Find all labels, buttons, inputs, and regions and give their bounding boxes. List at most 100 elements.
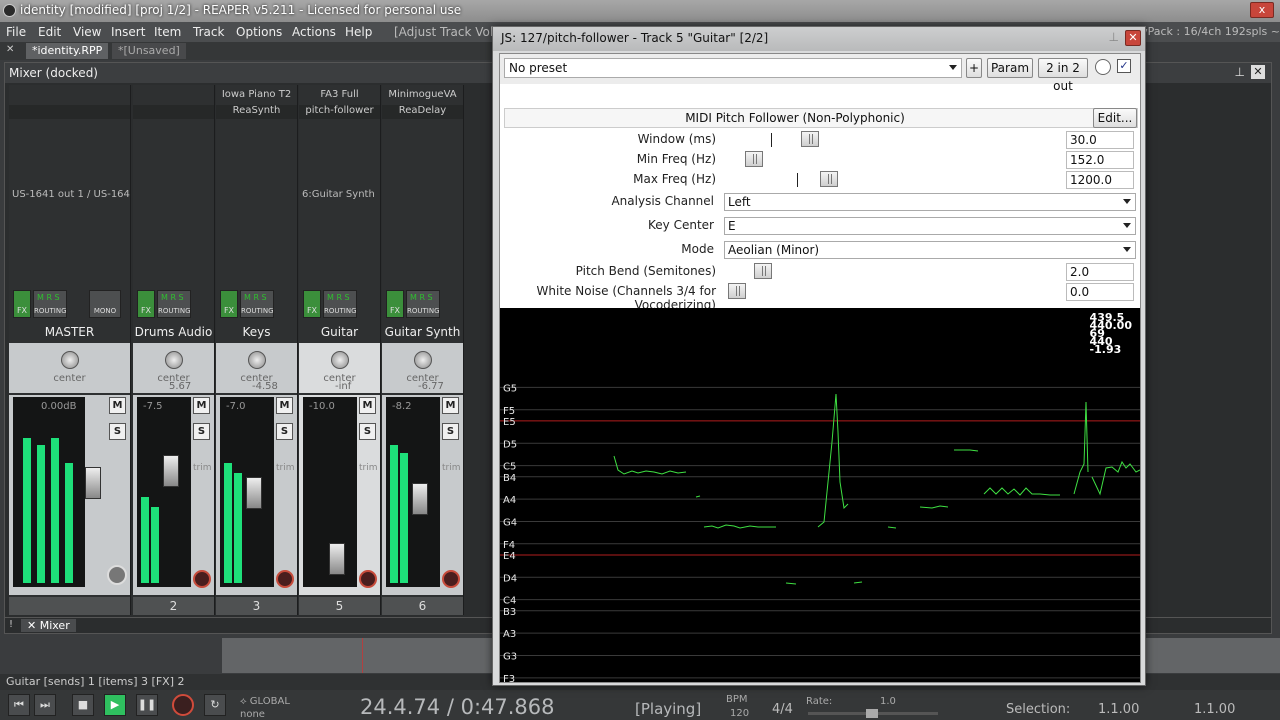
gear-icon[interactable] [107, 565, 127, 585]
solo-button[interactable]: S [276, 423, 293, 440]
menu-options[interactable]: Options [236, 25, 282, 39]
stop-button[interactable]: ■ [72, 694, 94, 716]
send-slot[interactable]: 6:Guitar Synth [299, 189, 380, 203]
menu-insert[interactable]: Insert [111, 25, 145, 39]
solo-button[interactable]: S [359, 423, 376, 440]
fx-slot[interactable] [133, 105, 214, 119]
volume-fader[interactable] [163, 455, 179, 487]
mixer-dock-tab[interactable]: ✕ Mixer [21, 619, 76, 632]
mute-button[interactable]: M [276, 397, 293, 414]
track-number[interactable] [9, 597, 130, 615]
tab-close-icon[interactable]: ✕ [6, 44, 14, 55]
fx-slot[interactable]: ReaDelay [382, 105, 463, 119]
volume-readout[interactable]: -inf [335, 381, 351, 392]
pan-knob[interactable] [61, 351, 79, 369]
track-number[interactable]: 5 [299, 597, 380, 615]
param-select[interactable]: Left [724, 193, 1136, 211]
mixer-strip[interactable]: US-1641 out 1 / US-164 FX M R S ROUTING M… [9, 85, 131, 615]
param-button[interactable]: Param [987, 58, 1033, 78]
selection-end[interactable]: 1.1.00 [1194, 702, 1235, 717]
send-slot[interactable] [133, 189, 214, 203]
slider-thumb[interactable] [820, 171, 838, 187]
pan-knob[interactable] [414, 351, 432, 369]
param-value-field[interactable]: 152.0 [1066, 151, 1134, 169]
param-slider[interactable] [728, 170, 1058, 190]
param-value-field[interactable]: 2.0 [1066, 263, 1134, 281]
track-number[interactable]: 2 [133, 597, 214, 615]
fx-button[interactable]: FX [13, 290, 31, 318]
mixer-strip[interactable]: Iowa Piano T2 ReaSynth FX M R S ROUTING Ke… [216, 85, 298, 615]
volume-readout[interactable]: -6.77 [418, 381, 444, 392]
slider-thumb[interactable] [754, 263, 772, 279]
param-slider[interactable] [728, 282, 1058, 302]
volume-fader[interactable] [412, 483, 428, 515]
mixer-strip[interactable]: FA3 Full pitch-follower 6:Guitar Synth FX … [299, 85, 381, 615]
volume-readout[interactable]: -4.58 [252, 381, 278, 392]
solo-button[interactable]: S [109, 423, 126, 440]
menu-item[interactable]: Item [154, 25, 181, 39]
slider-thumb[interactable] [745, 151, 763, 167]
fx-slot[interactable] [9, 89, 130, 103]
fx-button[interactable]: FX [137, 290, 155, 318]
jsfx-pin-icon[interactable]: ⊥ [1109, 30, 1119, 44]
fx-button[interactable]: FX [220, 290, 238, 318]
volume-fader[interactable] [329, 543, 345, 575]
time-signature[interactable]: 4/4 [772, 702, 793, 717]
fx-button[interactable]: FX [303, 290, 321, 318]
jsfx-title-bar[interactable]: JS: 127/pitch-follower - Track 5 "Guitar… [493, 27, 1145, 51]
main-title-bar[interactable]: identity [modified] [proj 1/2] - REAPER … [0, 0, 1280, 22]
fx-slot[interactable]: FA3 Full [299, 89, 380, 103]
menu-file[interactable]: File [6, 25, 26, 39]
routing-button[interactable]: M R S ROUTING [240, 290, 274, 318]
solo-button[interactable]: S [442, 423, 459, 440]
param-select[interactable]: E [724, 217, 1136, 235]
fx-slot[interactable]: MinimogueVA [382, 89, 463, 103]
volume-fader[interactable] [246, 477, 262, 509]
mute-button[interactable]: M [359, 397, 376, 414]
fx-slot[interactable] [133, 89, 214, 103]
mixer-scrollbar[interactable] [1261, 93, 1271, 623]
pause-button[interactable]: ❚❚ [136, 694, 158, 716]
record-button[interactable] [172, 694, 194, 716]
pan-knob[interactable] [248, 351, 266, 369]
volume-readout[interactable]: 5.67 [169, 381, 191, 392]
track-name[interactable]: Drums Audio [133, 325, 214, 339]
send-slot[interactable] [382, 189, 463, 203]
mixer-strip[interactable]: FX M R S ROUTING Drums Audio center -7.5 … [133, 85, 215, 615]
jsfx-close-button[interactable]: ✕ [1125, 30, 1141, 46]
volume-fader[interactable] [85, 467, 101, 499]
preset-dropdown[interactable]: No preset [504, 58, 962, 78]
repeat-button[interactable]: ↻ [204, 694, 226, 716]
wet-knob-icon[interactable] [1095, 59, 1111, 75]
play-button[interactable]: ▶ [104, 694, 126, 716]
fx-slot[interactable]: ReaSynth [216, 105, 297, 119]
tab-unsaved[interactable]: *[Unsaved] [112, 43, 186, 59]
io-button[interactable]: 2 in 2 out [1038, 58, 1088, 93]
menu-view[interactable]: View [73, 25, 101, 39]
fx-slot[interactable]: Iowa Piano T2 [216, 89, 297, 103]
param-value-field[interactable]: 1200.0 [1066, 171, 1134, 189]
menu-track[interactable]: Track [193, 25, 224, 39]
fx-slot[interactable] [9, 105, 130, 119]
param-select[interactable]: Aeolian (Minor) [724, 241, 1136, 259]
param-value-field[interactable]: 30.0 [1066, 131, 1134, 149]
menu-actions[interactable]: Actions [292, 25, 336, 39]
mono-button[interactable]: MONO [89, 290, 121, 318]
send-slot[interactable] [216, 189, 297, 203]
fx-slot[interactable]: pitch-follower [299, 105, 380, 119]
routing-button[interactable]: M R S ROUTING [323, 290, 357, 318]
mixer-pin-icon[interactable]: ⊥ [1235, 65, 1245, 79]
mute-button[interactable]: M [442, 397, 459, 414]
mixer-close-button[interactable]: ✕ [1251, 65, 1265, 79]
routing-button[interactable]: M R S ROUTING [406, 290, 440, 318]
pan-knob[interactable] [331, 351, 349, 369]
edit-button[interactable]: Edit... [1093, 108, 1137, 128]
add-preset-button[interactable]: + [966, 58, 982, 78]
track-number[interactable]: 6 [382, 597, 463, 615]
slider-thumb[interactable] [801, 131, 819, 147]
audio-device-status[interactable]: vPack : 16/4ch 192spls ~ [1141, 25, 1280, 38]
send-slot[interactable]: US-1641 out 1 / US-164 [9, 189, 130, 203]
param-slider[interactable] [728, 130, 1058, 150]
rate-value[interactable]: 1.0 [880, 696, 896, 707]
record-arm-button[interactable] [359, 570, 377, 588]
